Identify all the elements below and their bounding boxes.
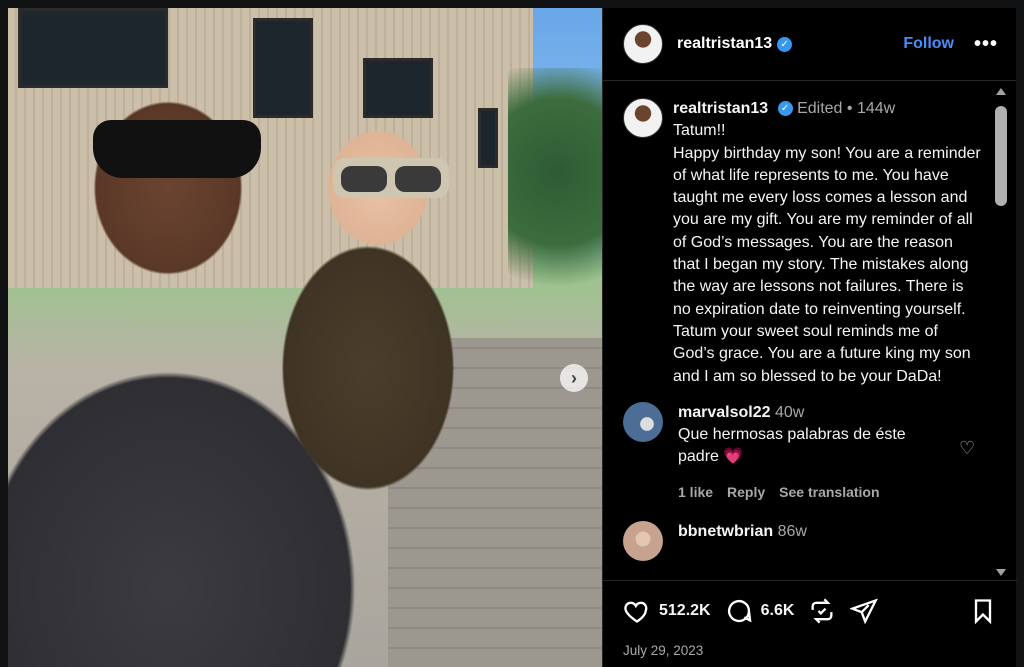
verified-icon: ✓ <box>777 36 793 52</box>
post-photo[interactable] <box>8 8 602 667</box>
edited-label: Edited <box>797 100 843 117</box>
caption-age[interactable]: 144w <box>857 100 895 117</box>
meta-separator: • <box>846 100 853 117</box>
share-button[interactable] <box>850 597 879 625</box>
chevron-right-icon: › <box>571 367 577 388</box>
scrollbar[interactable] <box>994 84 1008 578</box>
bookmark-icon <box>974 599 992 625</box>
comment-count[interactable]: 6.6K <box>761 602 795 620</box>
actions-bar: 512.2K 6.6K July 29, 2023 <box>603 580 1017 667</box>
comment-username[interactable]: bbnetwbrian <box>678 523 773 540</box>
comment: marvalsol22 40w Que hermosas palabras de… <box>603 401 1003 503</box>
comment-username[interactable]: marvalsol22 <box>678 404 771 421</box>
scroll-thumb[interactable] <box>995 106 1007 206</box>
save-button[interactable] <box>969 597 997 625</box>
repost-icon <box>811 598 833 624</box>
next-image-button[interactable]: › <box>560 364 588 392</box>
comment-likes[interactable]: 1 like <box>678 481 713 503</box>
comment-button[interactable]: 6.6K <box>725 597 795 625</box>
caption-username[interactable]: realtristan13 <box>673 100 768 117</box>
see-translation-button[interactable]: See translation <box>779 481 879 503</box>
post-panel: realtristan13 ✓ Follow ••• realtristan13… <box>602 8 1017 667</box>
avatar[interactable] <box>623 98 663 138</box>
like-button[interactable]: 512.2K <box>623 597 711 625</box>
post-header: realtristan13 ✓ Follow ••• <box>603 8 1016 81</box>
repost-button[interactable] <box>808 597 836 625</box>
comments-scroll-area[interactable]: realtristan13 ✓ Edited • 144w Tatum!! Ha… <box>603 82 1003 579</box>
follow-button[interactable]: Follow <box>903 35 954 53</box>
scroll-down-arrow-icon[interactable] <box>996 569 1006 576</box>
post-date[interactable]: July 29, 2023 <box>603 643 1017 658</box>
avatar[interactable] <box>623 521 663 562</box>
comment-icon <box>727 600 752 623</box>
scroll-up-arrow-icon[interactable] <box>996 88 1006 95</box>
comment-age[interactable]: 40w <box>775 404 804 421</box>
caption: realtristan13 ✓ Edited • 144w Tatum!! Ha… <box>603 82 1003 388</box>
avatar[interactable] <box>623 24 663 64</box>
photo-baby-sunglasses <box>333 158 449 198</box>
photo-sunglasses <box>93 120 261 178</box>
photo-trees <box>508 68 602 328</box>
window-top-edge <box>0 0 1024 8</box>
verified-icon: ✓ <box>777 101 793 117</box>
comment-age[interactable]: 86w <box>778 523 807 540</box>
header-username[interactable]: realtristan13 <box>677 35 772 53</box>
window-right-edge <box>1016 0 1024 667</box>
share-icon <box>850 598 879 625</box>
pink-heart-emoji: 💗 <box>723 448 744 466</box>
comment: bbnetwbrian 86w <box>603 521 1003 562</box>
reply-button[interactable]: Reply <box>727 481 765 503</box>
caption-text: Tatum!! Happy birthday my son! You are a… <box>673 122 981 385</box>
comment-text: Que hermosas palabras de éste padre <box>678 426 906 466</box>
like-count[interactable]: 512.2K <box>659 602 711 620</box>
more-icon[interactable]: ••• <box>974 33 998 56</box>
heart-icon <box>624 601 648 623</box>
window-left-edge <box>0 0 8 667</box>
comment-like-heart-icon[interactable]: ♡ <box>959 438 975 459</box>
avatar[interactable] <box>623 401 663 442</box>
